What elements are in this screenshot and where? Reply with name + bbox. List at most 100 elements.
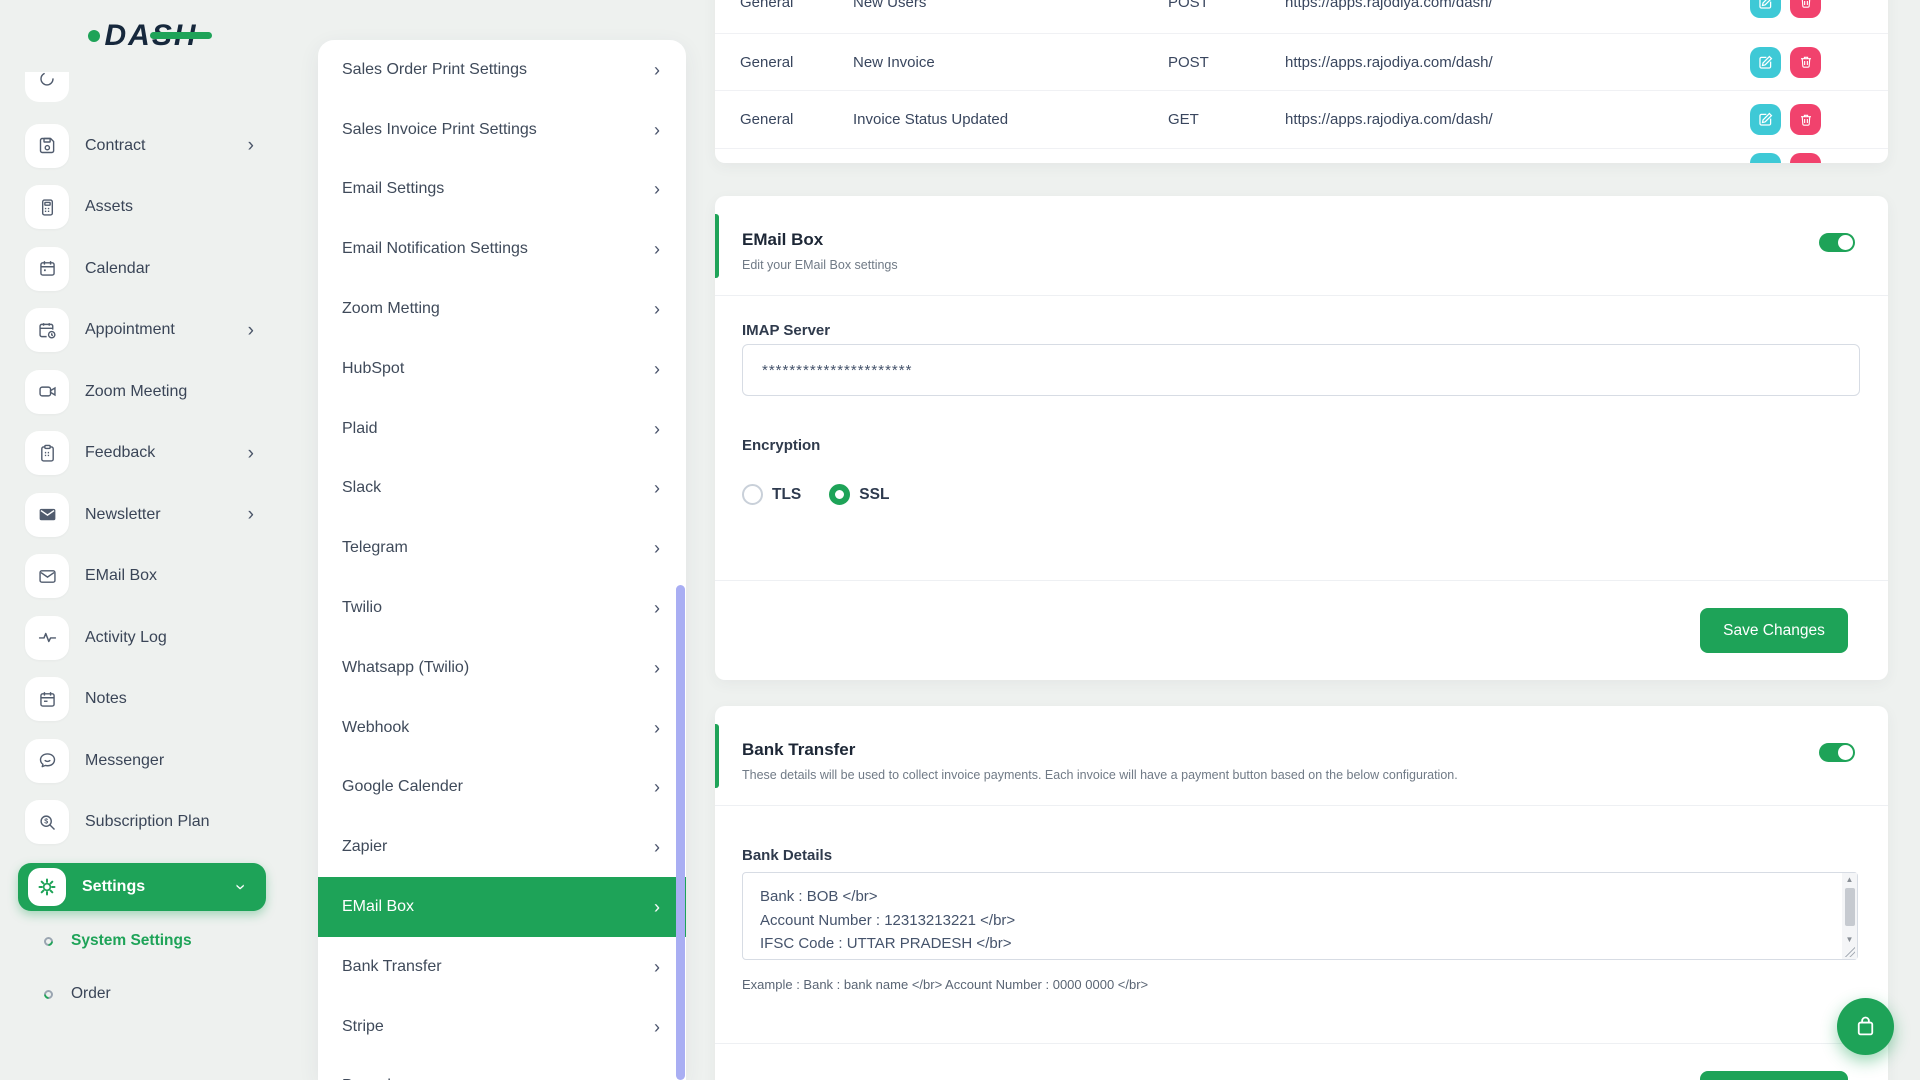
sidebar-item-label: Notes (85, 690, 286, 708)
toggle-knob (1838, 235, 1853, 250)
cell-module: General (715, 111, 853, 128)
gear-icon (28, 868, 66, 906)
scroll-thumb[interactable] (1845, 888, 1855, 926)
sidebar-item-label: Subscription Plan (85, 813, 286, 831)
sidebar-item-label: Contract (85, 137, 248, 155)
logo-dot (88, 30, 100, 42)
sidebar-item-feedback[interactable]: Feedback › (0, 423, 286, 485)
edit-button[interactable] (1750, 47, 1781, 78)
page: DASH Contract › (0, 0, 1920, 1080)
clipboard-icon (25, 431, 69, 475)
encryption-options: TLS SSL (742, 484, 889, 505)
sidebar-item-label: EMail Box (85, 567, 286, 585)
menu-item-label: Zapier (342, 838, 654, 856)
delete-button[interactable] (1790, 0, 1821, 18)
email-box-footer: Save Changes (715, 580, 1888, 581)
sidebar-item-zoom-meeting[interactable]: Zoom Meeting (0, 361, 286, 423)
cell-name: Invoice Status Updated (853, 111, 1168, 128)
menu-item-label: Plaid (342, 420, 654, 438)
accent-bar (715, 214, 719, 278)
scroll-up-icon[interactable]: ▲ (1842, 873, 1857, 887)
menu-item-telegram[interactable]: Telegram› (318, 518, 686, 578)
save-changes-button[interactable]: Save Changes (1700, 1071, 1848, 1080)
sidebar-item-assets[interactable]: Assets (0, 177, 286, 239)
bank-transfer-toggle[interactable] (1819, 743, 1855, 762)
menu-item-plaid[interactable]: Plaid› (318, 399, 686, 459)
appointment-icon (25, 308, 69, 352)
menu-item-hubspot[interactable]: HubSpot› (318, 339, 686, 399)
sidebar-item-label: Calendar (85, 260, 286, 278)
sidebar-item-label: Newsletter (85, 506, 248, 524)
table-row: General New Invoice POST https://apps.ra… (715, 34, 1888, 92)
sidebar-item-settings[interactable]: Settings › (18, 863, 266, 911)
cell-module: General (715, 0, 853, 11)
edit-button[interactable] (1750, 104, 1781, 135)
imap-server-input[interactable] (742, 344, 1860, 396)
scroll-down-icon[interactable]: ▼ (1842, 933, 1857, 947)
menu-item-paypal[interactable]: Paypal› (318, 1057, 686, 1080)
calendar-icon (25, 247, 69, 291)
sidebar-item-calendar[interactable]: Calendar (0, 238, 286, 300)
sidebar-item-activity-log[interactable]: Activity Log (0, 607, 286, 669)
sidebar-item-subscription-plan[interactable]: $ Subscription Plan (0, 792, 286, 854)
chevron-right-icon: › (654, 240, 660, 258)
sidebar-item-label: Feedback (85, 444, 248, 462)
main-content: General New Users POST https://apps.rajo… (715, 0, 1888, 1080)
delete-button[interactable] (1790, 104, 1821, 135)
menu-item-stripe[interactable]: Stripe› (318, 997, 686, 1057)
subitem-label: Order (71, 985, 111, 1003)
bank-details-textarea[interactable]: Bank : BOB </br> Account Number : 123132… (742, 872, 1858, 960)
chevron-right-icon: › (654, 360, 660, 378)
edit-button[interactable] (1750, 0, 1781, 18)
menu-item-label: Twilio (342, 599, 654, 617)
menu-item-email-settings[interactable]: Email Settings› (318, 160, 686, 220)
sidebar-item-newsletter[interactable]: Newsletter › (0, 484, 286, 546)
radio-label: TLS (772, 486, 801, 504)
radio-tls[interactable]: TLS (742, 484, 801, 505)
delete-button[interactable] (1790, 47, 1821, 78)
menu-item-label: Google Calender (342, 778, 654, 796)
menu-item-sales-order-print-settings[interactable]: Sales Order Print Settings› (318, 40, 686, 100)
chevron-right-icon: › (654, 719, 660, 737)
save-changes-button[interactable]: Save Changes (1700, 608, 1848, 653)
app-logo[interactable]: DASH (0, 0, 286, 72)
chevron-right-icon: › (654, 300, 660, 318)
radio-ssl[interactable]: SSL (829, 484, 889, 505)
radio-unchecked-icon (742, 484, 763, 505)
shopping-bag-icon (1852, 1013, 1879, 1040)
menu-item-email-box[interactable]: EMail Box› (318, 877, 686, 937)
sidebar-item-messenger[interactable]: Messenger (0, 730, 286, 792)
sidebar-item-appointment[interactable]: Appointment › (0, 300, 286, 362)
menu-item-webhook[interactable]: Webhook› (318, 698, 686, 758)
menu-item-slack[interactable]: Slack› (318, 459, 686, 519)
menu-item-sales-invoice-print-settings[interactable]: Sales Invoice Print Settings› (318, 100, 686, 160)
menu-item-twilio[interactable]: Twilio› (318, 578, 686, 638)
floating-shop-button[interactable] (1837, 998, 1894, 1055)
sidebar-item-notes[interactable]: Notes (0, 669, 286, 731)
panel-scrollbar[interactable] (676, 585, 685, 1080)
menu-item-zapier[interactable]: Zapier› (318, 817, 686, 877)
sidebar-subitem-order[interactable]: Order (0, 974, 286, 1014)
sidebar-item-contract[interactable]: Contract › (0, 115, 286, 177)
menu-item-google-calender[interactable]: Google Calender› (318, 758, 686, 818)
cell-method: POST (1168, 0, 1285, 11)
sidebar-subitem-system-settings[interactable]: System Settings (0, 921, 286, 961)
resize-grip-icon[interactable] (1845, 947, 1855, 957)
delete-button[interactable] (1790, 153, 1821, 163)
menu-item-bank-transfer[interactable]: Bank Transfer› (318, 937, 686, 997)
menu-item-email-notification-settings[interactable]: Email Notification Settings› (318, 219, 686, 279)
encryption-label: Encryption (742, 437, 820, 454)
card-title: EMail Box (742, 230, 823, 250)
sidebar-item-email-box[interactable]: EMail Box (0, 546, 286, 608)
card-subtitle: These details will be used to collect in… (742, 768, 1458, 782)
sidebar-item-label: Appointment (85, 321, 248, 339)
table-row: General New Users POST https://apps.rajo… (715, 0, 1888, 34)
email-box-toggle[interactable] (1819, 233, 1855, 252)
cell-url: https://apps.rajodiya.com/dash/ (1285, 54, 1750, 71)
menu-item-whatsapp-twilio[interactable]: Whatsapp (Twilio)› (318, 638, 686, 698)
menu-item-zoom-metting[interactable]: Zoom Metting› (318, 279, 686, 339)
toggle-knob (1838, 745, 1853, 760)
edit-button[interactable] (1750, 153, 1781, 163)
assets-icon (25, 185, 69, 229)
textarea-scrollbar[interactable]: ▲ ▼ (1842, 873, 1857, 959)
